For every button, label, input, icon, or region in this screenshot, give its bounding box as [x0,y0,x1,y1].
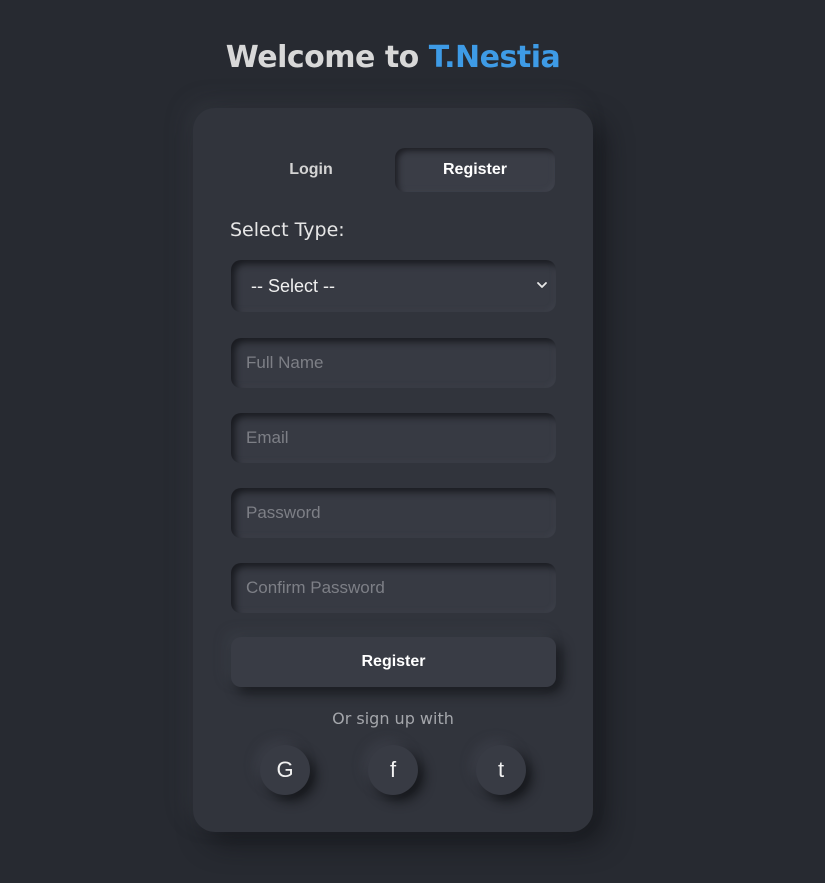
confirm-password-input[interactable] [231,563,556,613]
full-name-input[interactable] [231,338,556,388]
register-button[interactable]: Register [231,637,556,687]
tab-register[interactable]: Register [395,148,555,192]
password-field-wrapper [231,488,556,538]
tab-login[interactable]: Login [231,148,391,192]
social-signup-heading: Or sign up with [332,709,454,728]
email-field-wrapper [231,413,556,463]
google-signup-button[interactable]: G [260,745,310,795]
facebook-signup-button[interactable]: f [368,745,418,795]
twitter-signup-button[interactable]: t [476,745,526,795]
facebook-icon: f [389,757,397,782]
google-icon: G [276,757,294,782]
password-input[interactable] [231,488,556,538]
twitter-icon: t [497,757,505,782]
brand-name: T.Nestia [428,40,561,75]
confirm-password-field-wrapper [231,563,556,613]
auth-tabs: Login Register [231,148,556,192]
select-type-label: Select Type: [230,219,345,241]
register-card: Login Register Select Type: -- Select --… [193,108,593,832]
type-select[interactable]: -- Select -- [231,260,556,312]
email-input[interactable] [231,413,556,463]
title-prefix: Welcome to [225,40,429,75]
full-name-field-wrapper [231,338,556,388]
page-title: Welcome to T.Nestia [0,40,786,75]
select-value: -- Select -- [251,276,336,296]
chevron-down-icon [537,282,547,288]
